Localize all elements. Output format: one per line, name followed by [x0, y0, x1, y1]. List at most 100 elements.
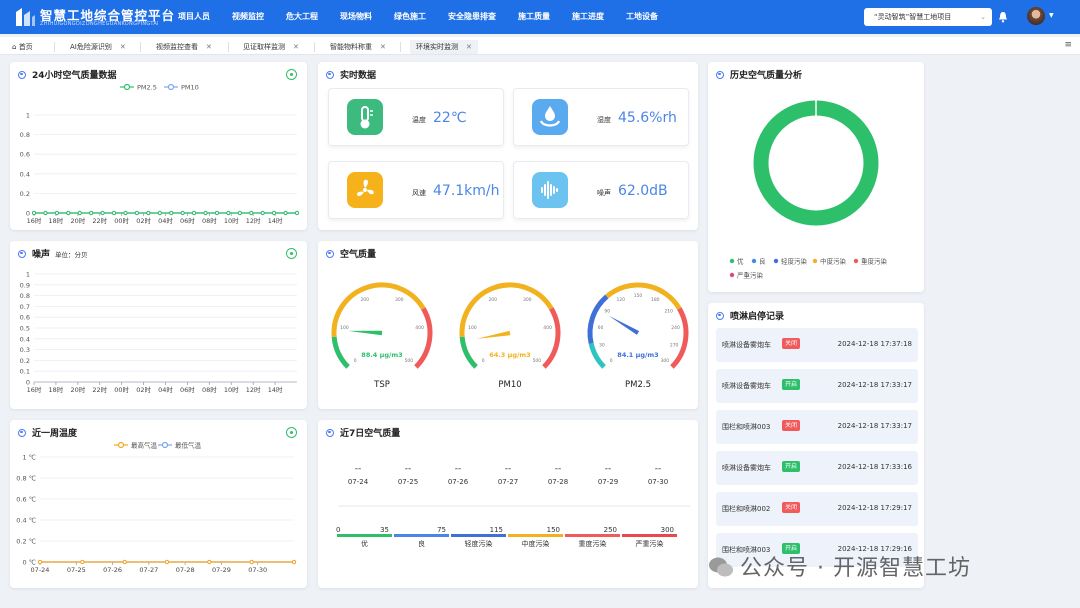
gauge-scale-label: 0 [354, 358, 357, 364]
tab-sampling[interactable]: 见证取样监测 ✕ [243, 40, 299, 54]
nav-item-materials[interactable]: 现场物料 [340, 0, 372, 34]
gauge-scale-label: 400 [415, 325, 424, 331]
gauge-name: PM10 [498, 380, 521, 390]
pm25-point [134, 210, 140, 216]
project-select-value: “灵动智筑”智慧工地项目 [874, 13, 952, 21]
gauge-band [542, 307, 561, 369]
y-tick-label: 0.8 [20, 131, 30, 139]
nav-item-personnel[interactable]: 项目人员 [178, 0, 210, 34]
high-point [37, 559, 43, 565]
scale-number: 250 [604, 526, 617, 534]
realtime-card: 实时数据 温度 22℃ 湿度 45.6%rh 风速 47.1km/h 噪声 62… [318, 62, 698, 230]
x-tick-label: 22时 [92, 385, 107, 394]
legend-marker [773, 258, 779, 264]
gauge-scale-label: 180 [651, 297, 660, 303]
temp-card: 近一周温度 1 ℃ 0.8 ℃ 0.6 ℃ 0.4 ℃ 0.2 ℃ 0 ℃ 07-24 07-… [10, 420, 307, 588]
close-icon[interactable]: ✕ [380, 43, 386, 51]
gauge-band [670, 307, 689, 369]
temp-chart: 1 ℃0.8 ℃0.6 ℃0.4 ℃0.2 ℃0 ℃07-24 07-25 07-2… [16, 441, 297, 574]
legend-marker [167, 83, 175, 91]
tab-home[interactable]: ⌂ 首页 [12, 40, 33, 54]
pm25-point [89, 210, 94, 216]
realtime-title: 实时数据 [340, 71, 377, 81]
bell-icon[interactable] [998, 11, 1008, 23]
nav-item-progress[interactable]: 施工进度 [572, 0, 604, 34]
day-label: 07-29 [598, 478, 618, 486]
caret-down-icon[interactable]: ▼ [1049, 12, 1054, 19]
day-label: 07-27 [498, 478, 518, 486]
close-icon[interactable]: ✕ [293, 43, 299, 51]
y-tick-label: 0.8 ℃ [16, 475, 36, 483]
close-icon[interactable]: ✕ [206, 43, 212, 51]
week-chart: -- 07-24 -- 07-25 -- 07-26 -- 07-27 -- 07-28 -- 07-… [336, 464, 690, 548]
gauge-scale-label: 210 [664, 309, 673, 315]
pm25-point [146, 210, 151, 216]
x-tick-label: 04时 [158, 385, 173, 394]
legend-label: 良 [759, 257, 766, 266]
pm25-point [272, 210, 277, 216]
x-tick-label: 12时 [246, 385, 261, 394]
avatar[interactable] [1027, 7, 1045, 25]
tab-ai-hazard[interactable]: AI危险源识别 ✕ [70, 40, 126, 54]
spray-title: 喷淋启停记录 [730, 312, 785, 322]
spray-record: 喷淋设备雾炮车 开启 2024-12-18 17:33:17 [716, 369, 918, 403]
x-tick-label: 07-28 [176, 566, 195, 574]
high-point [122, 559, 127, 565]
x-tick-label: 08时 [202, 385, 217, 394]
gauge-reading: 84.1 μg/m3 [617, 351, 658, 359]
legend-label: 最低气温 [175, 441, 202, 450]
metric-value: 62.0dB [618, 183, 668, 199]
pm25-point [180, 210, 185, 216]
level-bar [451, 534, 506, 537]
chevron-down-icon: ⌄ [980, 13, 986, 21]
y-tick-label: 0.3 [20, 346, 30, 354]
day-value: -- [355, 464, 362, 474]
pm25-point [31, 210, 37, 216]
tab-bar: ⌂ 首页 AI危险源识别 ✕ 视频监控查看 ✕ 见证取样监测 ✕ 智能物料称重 ✕ 环境… [0, 37, 1080, 55]
x-tick-label: 18时 [49, 385, 64, 394]
metric-value: 22℃ [433, 110, 467, 126]
pm25-point [214, 210, 220, 216]
metric-value: 45.6%rh [618, 110, 677, 126]
y-tick-label: 0.1 [20, 368, 30, 376]
day-value: -- [505, 464, 512, 474]
tab-video[interactable]: 视频监控查看 ✕ [156, 40, 212, 54]
gauge-scale-label: 100 [340, 325, 349, 331]
menu-icon[interactable]: ≡ [1064, 40, 1072, 50]
scale-number: 150 [547, 526, 560, 534]
legend-label: 重度污染 [861, 257, 888, 266]
x-tick-label: 02时 [136, 385, 151, 394]
level-bar [337, 534, 392, 537]
gauge-reading: 88.4 μg/m3 [361, 351, 402, 359]
nav-item-video[interactable]: 视频监控 [232, 0, 264, 34]
record-time: 2024-12-18 17:33:17 [837, 422, 912, 430]
y-tick-label: 1 ℃ [22, 454, 36, 462]
nav-item-equipment[interactable]: 工地设备 [626, 0, 658, 34]
tab-weighing[interactable]: 智能物料称重 ✕ [330, 40, 386, 54]
close-icon[interactable]: ✕ [120, 43, 126, 51]
nav-item-quality[interactable]: 施工质量 [518, 0, 550, 34]
humidity-icon [532, 99, 568, 135]
gauge-scale-label: 400 [543, 325, 552, 331]
status-badge: 开启 [782, 379, 801, 390]
gauge-scale-label: 100 [468, 325, 477, 331]
day-value: -- [405, 464, 412, 474]
tab-environment[interactable]: 环境实时监测 ✕ [410, 40, 478, 54]
status-badge: 关闭 [782, 338, 801, 349]
x-tick-label: 14时 [268, 216, 283, 225]
record-device: 喷淋设备雾炮车 [722, 382, 771, 390]
pm25-point [54, 210, 59, 216]
nav-item-safety[interactable]: 安全隐患排查 [448, 0, 496, 34]
project-select[interactable]: “灵动智筑”智慧工地项目 ⌄ [864, 8, 992, 26]
close-icon[interactable]: ✕ [466, 43, 472, 51]
pm25-point [249, 210, 254, 216]
y-tick-label: 0.7 [20, 303, 30, 311]
day-label: 07-30 [648, 478, 668, 486]
nav-item-green[interactable]: 绿色施工 [394, 0, 426, 34]
nav-item-hazardous-works[interactable]: 危大工程 [286, 0, 318, 34]
gauge-scale-label: 150 [634, 293, 643, 299]
aq-card: 空气质量 0 100 200 300 400 500 88.4 μg/m3 TSP 0 100 20… [318, 241, 698, 409]
watermark-text: 公众号 · 开源智慧工坊 [740, 556, 971, 581]
thermometer-icon [347, 99, 383, 135]
x-tick-label: 18时 [49, 216, 64, 225]
